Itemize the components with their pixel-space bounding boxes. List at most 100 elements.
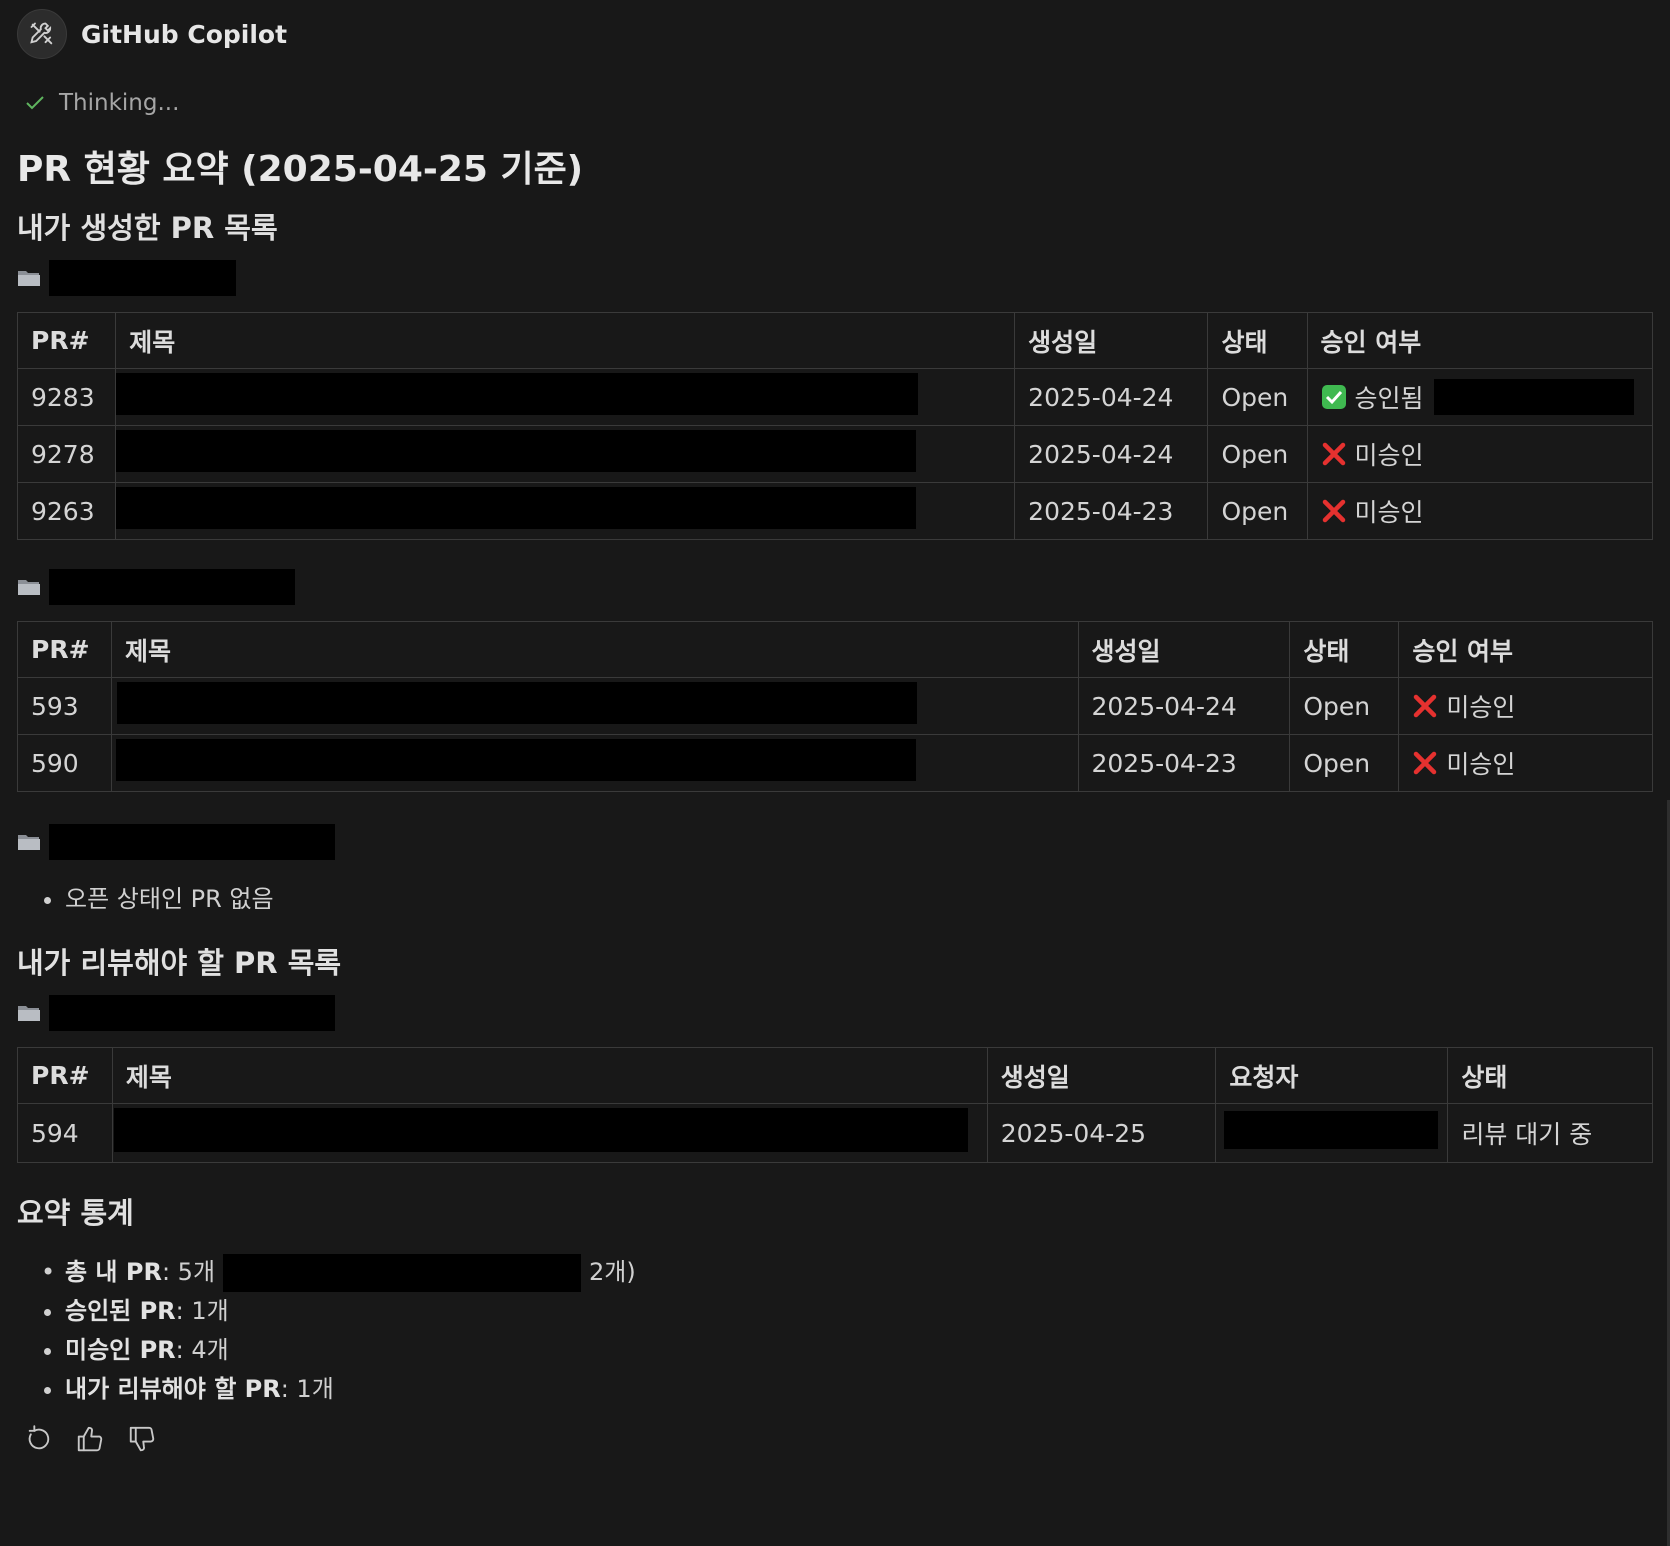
pr-status: Open (1207, 482, 1308, 540)
agent-name: GitHub Copilot (81, 19, 288, 49)
thinking-text: Thinking... (59, 90, 180, 116)
pr-table: PR# 제목 생성일 상태 승인 여부 9283 2025-04-24 Open… (16, 312, 1654, 540)
pr-status: Open (1207, 425, 1308, 483)
col-title: 제목 (115, 312, 1016, 369)
table-header-row: PR# 제목 생성일 상태 승인 여부 (17, 621, 1653, 678)
chat-response: GitHub Copilot Thinking... PR 현황 요약 (202… (16, 0, 1654, 1459)
col-approval: 승인 여부 (1306, 312, 1654, 369)
col-pr-number: PR# (16, 312, 117, 369)
approval-text: 미승인 (1354, 441, 1424, 470)
section-review-prs: 내가 리뷰해야 할 PR 목록 (17, 946, 342, 980)
bullet: • (41, 1258, 56, 1286)
pr-date: 2025-04-23 (1014, 482, 1209, 540)
cross-icon (1321, 441, 1347, 467)
page-title: PR 현황 요약 (2025-04-25 기준) (17, 149, 584, 190)
col-pr-number: PR# (17, 1047, 113, 1104)
pr-requester (1215, 1103, 1449, 1163)
pr-number: 593 (17, 677, 112, 735)
col-created: 생성일 (986, 1047, 1217, 1104)
section-stats: 요약 통계 (17, 1196, 134, 1230)
table-row: 9278 2025-04-24 Open 미승인 (16, 425, 1654, 483)
approval-text: 미승인 (1446, 750, 1516, 779)
folder-icon (18, 1006, 40, 1021)
list-item: 오픈 상태인 PR 없음 (65, 880, 1653, 919)
approval-text: 미승인 (1446, 693, 1516, 722)
table-header-row: PR# 제목 생성일 요청자 상태 (17, 1047, 1653, 1104)
folder-icon (18, 271, 40, 286)
pr-date: 2025-04-23 (1077, 734, 1291, 792)
pr-approval: 승인됨 (1306, 368, 1654, 426)
pr-number: 594 (17, 1103, 113, 1163)
pr-title[interactable] (110, 677, 1079, 735)
redacted-title (116, 430, 917, 472)
thumbs-up-icon[interactable] (75, 1424, 105, 1454)
redacted-approver (1433, 379, 1634, 415)
pr-number: 9278 (16, 425, 117, 483)
pr-status: 리뷰 대기 중 (1447, 1103, 1653, 1163)
thinking-status[interactable]: Thinking... (17, 78, 1653, 128)
repo-heading (17, 820, 1653, 864)
pr-date: 2025-04-25 (986, 1103, 1217, 1163)
col-status: 상태 (1207, 312, 1308, 369)
pr-title[interactable] (115, 368, 1016, 426)
repo-heading (17, 256, 1653, 300)
stat-value: : 1개 (280, 1375, 334, 1403)
folder-icon (18, 835, 40, 850)
pr-status: Open (1289, 734, 1400, 792)
table-row: 594 2025-04-25 리뷰 대기 중 (17, 1103, 1653, 1163)
table-row: 9283 2025-04-24 Open 승인됨 (16, 368, 1654, 426)
cross-icon (1321, 498, 1347, 524)
pr-date: 2025-04-24 (1014, 425, 1209, 483)
tools-icon (30, 22, 53, 45)
redacted-title (116, 373, 919, 415)
col-title: 제목 (110, 621, 1079, 678)
col-created: 생성일 (1077, 621, 1291, 678)
pr-title[interactable] (111, 1103, 988, 1163)
response-header: GitHub Copilot (17, 0, 1653, 68)
copilot-avatar (17, 9, 67, 59)
repo-heading (17, 565, 1653, 609)
pr-status: Open (1207, 368, 1308, 426)
repo-heading (17, 991, 1653, 1035)
redacted-title (113, 1108, 968, 1152)
table-row: 9263 2025-04-23 Open 미승인 (16, 482, 1654, 540)
thumbs-down-icon[interactable] (127, 1424, 157, 1454)
pr-date: 2025-04-24 (1077, 677, 1291, 735)
stat-value: : 1개 (175, 1297, 229, 1325)
col-status: 상태 (1289, 621, 1400, 678)
folder-icon (18, 580, 40, 595)
redacted-title (116, 682, 917, 724)
pr-number: 590 (17, 734, 112, 792)
stat-approved-prs: 승인된 PR: 1개 (65, 1292, 1653, 1331)
cross-icon (1412, 750, 1438, 776)
table-header-row: PR# 제목 생성일 상태 승인 여부 (16, 312, 1654, 369)
pr-approval: 미승인 (1398, 734, 1653, 792)
col-created: 생성일 (1014, 312, 1209, 369)
redacted-repo-name (49, 569, 295, 605)
retry-icon[interactable] (25, 1425, 53, 1453)
pr-approval: 미승인 (1306, 425, 1654, 483)
pr-approval: 미승인 (1398, 677, 1653, 735)
redacted-repo-name (49, 260, 236, 296)
table-row: 593 2025-04-24 Open 미승인 (17, 677, 1653, 735)
pr-title[interactable] (115, 425, 1016, 483)
redacted-requester (1224, 1111, 1439, 1149)
pr-title[interactable] (110, 734, 1079, 792)
redacted-title (115, 739, 916, 781)
approval-text: 미승인 (1354, 498, 1424, 527)
redacted-detail (223, 1253, 582, 1292)
stat-total-prs: • 총 내 PR : 5개 2개) (41, 1253, 1653, 1292)
redacted-repo-name (49, 824, 335, 860)
redacted-title (116, 487, 917, 529)
feedback-actions (25, 1419, 1653, 1459)
review-table: PR# 제목 생성일 요청자 상태 594 2025-04-25 리뷰 대기 중 (17, 1047, 1653, 1163)
pr-table: PR# 제목 생성일 상태 승인 여부 593 2025-04-24 Open … (17, 621, 1653, 792)
pr-title[interactable] (115, 482, 1016, 540)
pr-number: 9263 (16, 482, 117, 540)
cross-icon (1412, 693, 1438, 719)
stat-value: : 5개 (161, 1258, 216, 1286)
section-my-prs: 내가 생성한 PR 목록 (17, 211, 278, 245)
stat-review-prs: 내가 리뷰해야 할 PR: 1개 (65, 1370, 1653, 1409)
stat-tail: 2개) (589, 1258, 636, 1286)
stat-label: 총 내 PR (65, 1258, 162, 1286)
